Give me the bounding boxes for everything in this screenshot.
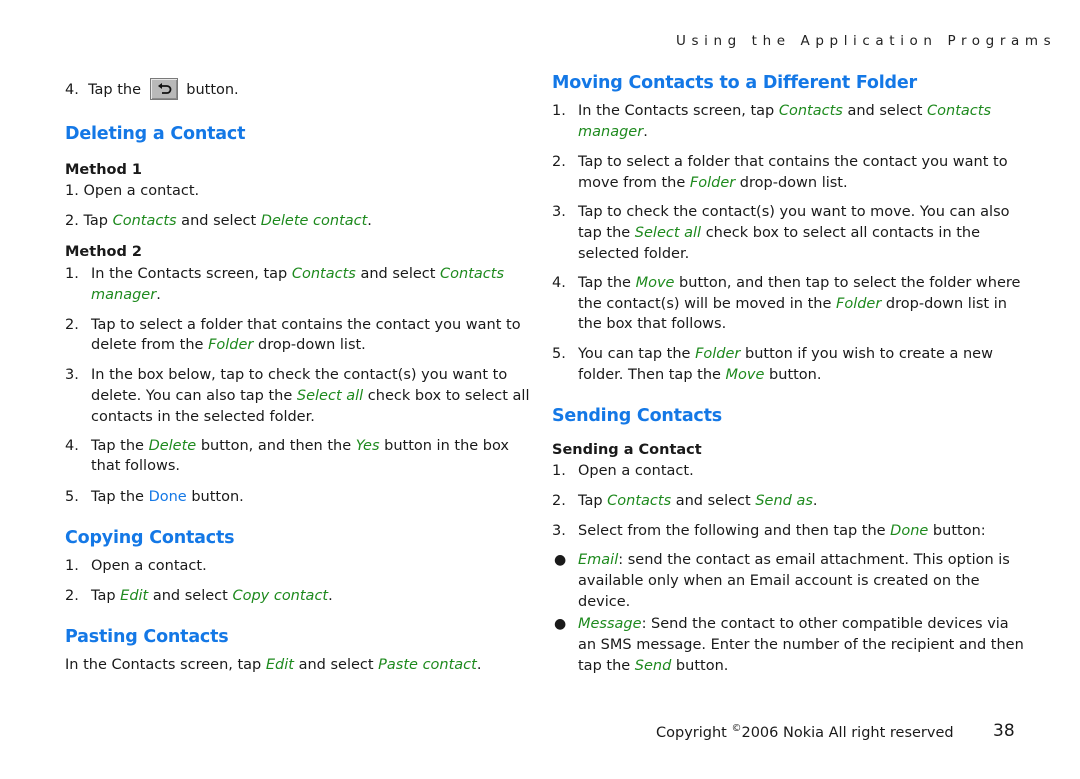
subheading-sending-a-contact: Sending a Contact — [552, 442, 702, 458]
running-header: Using the Application Programs — [676, 33, 1057, 49]
back-arrow-icon — [157, 82, 172, 94]
method1-step-1: 1. Open a contact. — [65, 183, 200, 199]
heading-deleting-contact: Deleting a Contact — [65, 124, 246, 144]
method1-step-2: 2. Tap Contacts and select Delete contac… — [65, 213, 372, 229]
step-tap-back: 4. Tap the button. — [65, 77, 239, 100]
subheading-method-1: Method 1 — [65, 162, 142, 178]
subheading-method-2: Method 2 — [65, 244, 142, 260]
heading-moving-contacts: Moving Contacts to a Different Folder — [552, 73, 917, 93]
heading-pasting-contacts: Pasting Contacts — [65, 627, 229, 647]
heading-copying-contacts: Copying Contacts — [65, 528, 235, 548]
bullet-icon: ● — [554, 552, 567, 568]
pasting-instructions: In the Contacts screen, tap Edit and sel… — [65, 657, 482, 673]
page-number: 38 — [993, 721, 1015, 741]
heading-sending-contacts: Sending Contacts — [552, 406, 722, 426]
bullet-icon: ● — [554, 616, 567, 632]
copyright-notice: Copyright ©2006 Nokia All right reserved — [656, 723, 954, 741]
back-button-image — [149, 77, 178, 100]
